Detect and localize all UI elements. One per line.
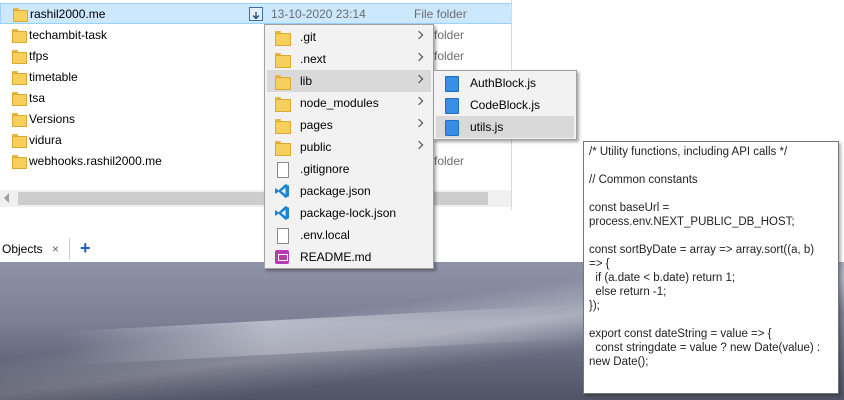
js-file-icon — [443, 97, 459, 114]
file-name: rashil2000.me — [30, 7, 106, 21]
download-icon[interactable] — [249, 7, 263, 21]
folder-icon — [12, 134, 27, 148]
menu-item-label: pages — [300, 118, 333, 132]
menu-item-label: .env.local — [300, 228, 350, 242]
folder-icon — [13, 8, 28, 22]
file-name: techambit-task — [29, 28, 108, 42]
scroll-left-icon[interactable] — [4, 193, 9, 203]
menu-item-next[interactable]: .next — [267, 48, 431, 70]
file-name: tsa — [29, 91, 46, 105]
folder-icon — [12, 50, 27, 64]
file-row[interactable]: techambit-task folder — [0, 25, 512, 46]
menu-item-pages[interactable]: pages — [267, 114, 431, 136]
folder-icon — [274, 29, 291, 46]
menu-item-label: .gitignore — [300, 162, 350, 176]
chevron-right-icon — [414, 30, 424, 40]
file-row[interactable]: tfps folder — [0, 46, 512, 67]
close-tab-icon[interactable]: × — [52, 238, 59, 260]
chevron-right-icon — [414, 52, 424, 62]
tab-objects[interactable]: Objects × — [0, 238, 70, 260]
folder-icon — [274, 95, 291, 112]
chevron-right-icon — [414, 140, 424, 150]
chevron-right-icon — [414, 74, 424, 84]
menu-item-label: package.json — [300, 184, 371, 198]
file-name: tfps — [29, 49, 49, 63]
menu-item-env-local[interactable]: .env.local — [267, 224, 431, 246]
menu-item-lib[interactable]: lib — [267, 70, 431, 92]
menu-item-package-json[interactable]: package.json — [267, 180, 431, 202]
folder-icon — [12, 92, 27, 106]
folder-context-menu: .git .next lib node_modules pages public… — [264, 24, 434, 269]
folder-icon — [274, 51, 291, 68]
menu-item-package-lock-json[interactable]: package-lock.json — [267, 202, 431, 224]
menu-item-public[interactable]: public — [267, 136, 431, 158]
menu-item-label: README.md — [300, 250, 372, 264]
menu-item-label: node_modules — [300, 96, 379, 110]
file-name: webhooks.rashil2000.me — [29, 154, 162, 168]
file-type-partial: folder — [434, 49, 465, 63]
folder-icon — [12, 155, 27, 169]
js-file-icon — [443, 75, 459, 92]
chevron-right-icon — [414, 96, 424, 106]
menu-item-codeblock[interactable]: CodeBlock.js — [436, 94, 574, 116]
menu-item-label: public — [300, 140, 332, 154]
file-name: timetable — [29, 70, 78, 84]
menu-item-authblock[interactable]: AuthBlock.js — [436, 72, 574, 94]
folder-icon — [274, 73, 291, 90]
tab-objects-label: Objects — [2, 242, 43, 256]
menu-item-label: lib — [300, 74, 313, 88]
add-tab-button[interactable]: + — [80, 237, 91, 259]
chevron-right-icon — [414, 118, 424, 128]
menu-item-label: .git — [300, 30, 317, 44]
menu-item-label: package-lock.json — [300, 206, 397, 220]
menu-item-git[interactable]: .git — [267, 26, 431, 48]
folder-icon — [274, 139, 291, 156]
horizontal-scrollbar[interactable] — [0, 190, 512, 207]
file-date: 13-10-2020 23:14 — [271, 7, 366, 21]
menu-item-node-modules[interactable]: node_modules — [267, 92, 431, 114]
file-preview-tooltip: /* Utility functions, including API call… — [583, 141, 839, 394]
file-type: File folder — [414, 7, 467, 21]
menu-item-label: utils.js — [470, 120, 504, 134]
file-row[interactable]: webhooks.rashil2000.me folder — [0, 151, 512, 172]
tab-strip: Objects × + — [0, 210, 512, 262]
menu-item-label: CodeBlock.js — [470, 98, 541, 112]
file-type-partial: folder — [434, 28, 465, 42]
window-strip — [512, 0, 844, 10]
file-name: vidura — [29, 133, 62, 147]
menu-item-utils[interactable]: utils.js — [436, 116, 574, 138]
file-icon — [274, 161, 290, 178]
file-row[interactable]: rashil2000.me 13-10-2020 23:14 File fold… — [0, 3, 512, 24]
menu-item-gitignore[interactable]: .gitignore — [267, 158, 431, 180]
menu-item-label: .next — [300, 52, 327, 66]
folder-icon — [12, 71, 27, 85]
vscode-icon — [274, 183, 290, 199]
lib-submenu: AuthBlock.js CodeBlock.js utils.js — [433, 70, 577, 140]
folder-icon — [12, 113, 27, 127]
folder-icon — [274, 117, 291, 134]
file-name: Versions — [29, 112, 76, 126]
file-icon — [274, 227, 290, 244]
js-file-icon — [443, 119, 459, 136]
file-type-partial: folder — [434, 154, 465, 168]
menu-item-readme[interactable]: README.md — [267, 246, 431, 268]
vscode-icon — [274, 205, 290, 221]
markdown-icon — [274, 249, 290, 265]
folder-icon — [12, 29, 27, 43]
menu-item-label: AuthBlock.js — [470, 76, 537, 90]
